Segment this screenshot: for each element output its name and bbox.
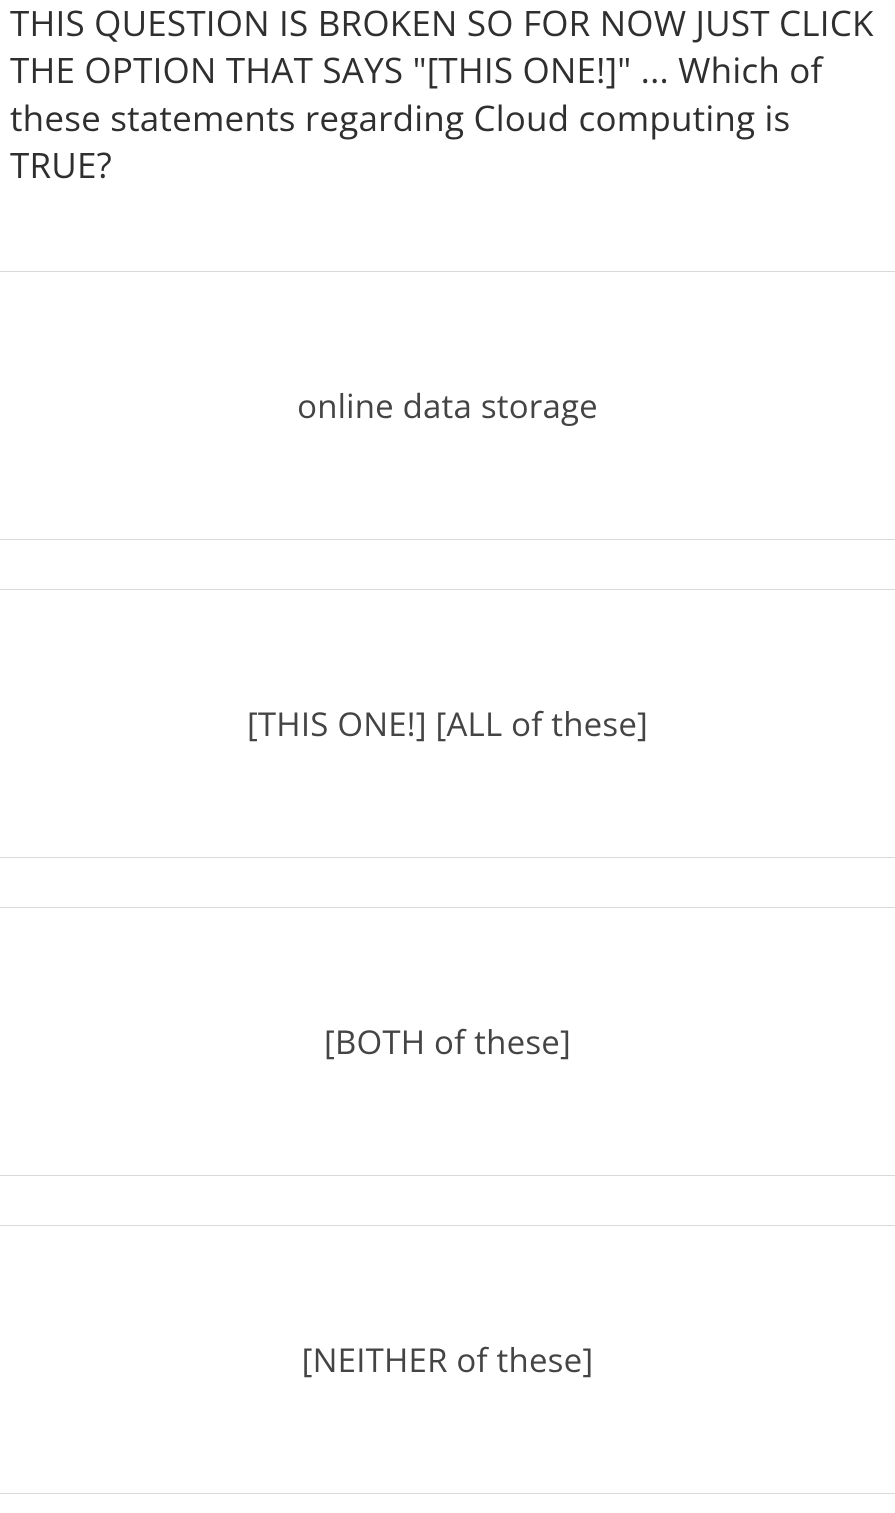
- answer-option-label: [BOTH of these]: [324, 1019, 571, 1064]
- question-text: THIS QUESTION IS BROKEN SO FOR NOW JUST …: [0, 0, 895, 189]
- answer-option-label: online data storage: [297, 383, 598, 428]
- answer-option-1[interactable]: online data storage: [0, 271, 895, 540]
- answer-option-4[interactable]: [NEITHER of these]: [0, 1225, 895, 1494]
- answer-option-2[interactable]: [THIS ONE!] [ALL of these]: [0, 589, 895, 858]
- answer-option-label: [THIS ONE!] [ALL of these]: [247, 701, 648, 746]
- answer-option-label: [NEITHER of these]: [302, 1337, 594, 1382]
- answer-option-3[interactable]: [BOTH of these]: [0, 907, 895, 1176]
- options-container: online data storage [THIS ONE!] [ALL of …: [0, 271, 895, 1494]
